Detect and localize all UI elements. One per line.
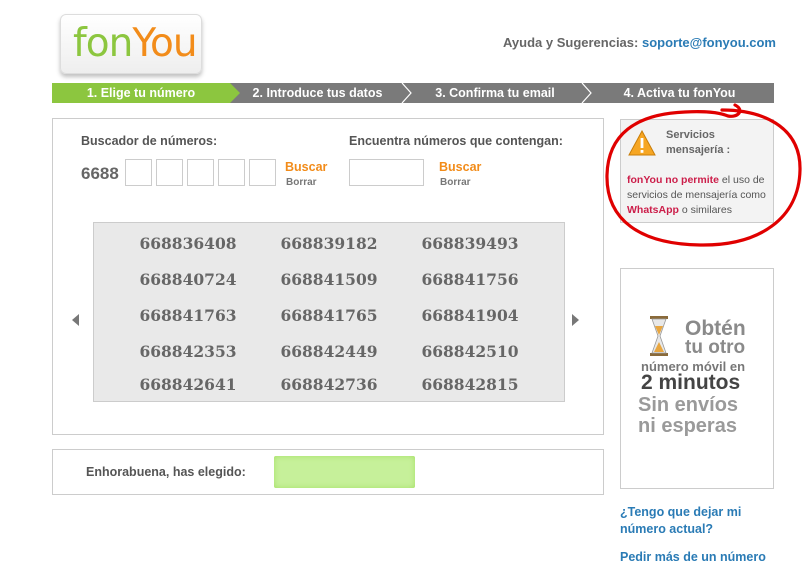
fonyou-logo[interactable]: fonYou [60, 14, 202, 74]
digit-input-1[interactable] [125, 159, 152, 186]
notice-body-2: o similares [678, 204, 733, 216]
step-3: 3. Confirma tu email [435, 86, 555, 100]
digit-input-2[interactable] [156, 159, 183, 186]
notice-title: Servicios mensajería : [666, 129, 731, 156]
promo-line-5: Sin envíos [638, 394, 739, 416]
number-picker-panel: Buscador de números: Encuentra números q… [52, 118, 604, 435]
warning-icon [628, 130, 656, 156]
logo-fon: fon [73, 21, 133, 66]
chosen-label: Enhorabuena, has elegido: [86, 465, 246, 479]
digit-input-3[interactable] [187, 159, 214, 186]
number-option[interactable]: 668839493 [410, 234, 530, 253]
step-1: 1. Elige tu número [52, 83, 240, 103]
next-page-arrow-icon[interactable] [572, 314, 579, 326]
notice-whatsapp: WhatsApp [627, 204, 679, 216]
number-option[interactable]: 668842449 [269, 342, 389, 361]
number-list: 668836408 668839182 668839493 668840724 … [93, 222, 565, 402]
number-option[interactable]: 668842736 [269, 375, 389, 394]
number-option[interactable]: 668841765 [269, 306, 389, 325]
help-label: Ayuda y Sugerencias: [503, 35, 639, 50]
number-option[interactable]: 668842510 [410, 342, 530, 361]
number-option[interactable]: 668841509 [269, 270, 389, 289]
keep-number-link[interactable]: ¿Tengo que dejar mi número actual? [620, 504, 770, 538]
chosen-number-field [274, 456, 415, 488]
contains-search-label: Encuentra números que contengan: [349, 134, 563, 148]
steps-bar: 1. Elige tu número 2. Introduce tus dato… [52, 83, 774, 103]
step-2: 2. Introduce tus datos [252, 86, 383, 100]
number-option[interactable]: 668836408 [128, 234, 248, 253]
more-numbers-link[interactable]: Pedir más de un número [620, 549, 790, 566]
step-4: 4. Activa tu fonYou [623, 86, 736, 100]
clear-button[interactable]: Borrar [286, 177, 317, 188]
promo-line-4: 2 minutos [641, 371, 741, 394]
number-option[interactable]: 668840724 [128, 270, 248, 289]
contains-clear-button[interactable]: Borrar [440, 177, 471, 188]
contains-search-button[interactable]: Buscar [439, 160, 481, 174]
promo-line-2: tu otro [685, 337, 746, 358]
number-option[interactable]: 668841904 [410, 306, 530, 325]
number-option[interactable]: 668839182 [269, 234, 389, 253]
number-option[interactable]: 668842815 [410, 375, 530, 394]
contains-input[interactable] [349, 159, 424, 186]
search-button[interactable]: Buscar [285, 160, 327, 174]
step-separator [401, 83, 413, 103]
number-option[interactable]: 668842641 [128, 375, 248, 394]
promo-banner[interactable]: Obtén tu otro número móvil en 2 minutos … [620, 268, 774, 489]
digit-input-5[interactable] [249, 159, 276, 186]
promo-line-6: ni esperas [638, 415, 737, 437]
hourglass-icon [650, 316, 668, 356]
notice-highlight: fonYou no permite [627, 174, 719, 186]
chosen-number-panel: Enhorabuena, has elegido: [52, 449, 604, 495]
messaging-notice: Servicios mensajería : fonYou no permite… [620, 119, 774, 223]
number-option[interactable]: 668841763 [128, 306, 248, 325]
number-option[interactable]: 668842353 [128, 342, 248, 361]
step-separator [581, 83, 593, 103]
digit-input-4[interactable] [218, 159, 245, 186]
number-search-label: Buscador de números: [81, 134, 218, 148]
number-option[interactable]: 668841756 [410, 270, 530, 289]
logo-you: You [132, 21, 197, 66]
prev-page-arrow-icon[interactable] [72, 314, 79, 326]
support-email-link[interactable]: soporte@fonyou.com [642, 35, 776, 50]
help-text: Ayuda y Sugerencias: soporte@fonyou.com [503, 35, 776, 50]
notice-text: fonYou no permite el uso de servicios de… [627, 173, 769, 218]
number-prefix: 6688 [81, 164, 119, 183]
